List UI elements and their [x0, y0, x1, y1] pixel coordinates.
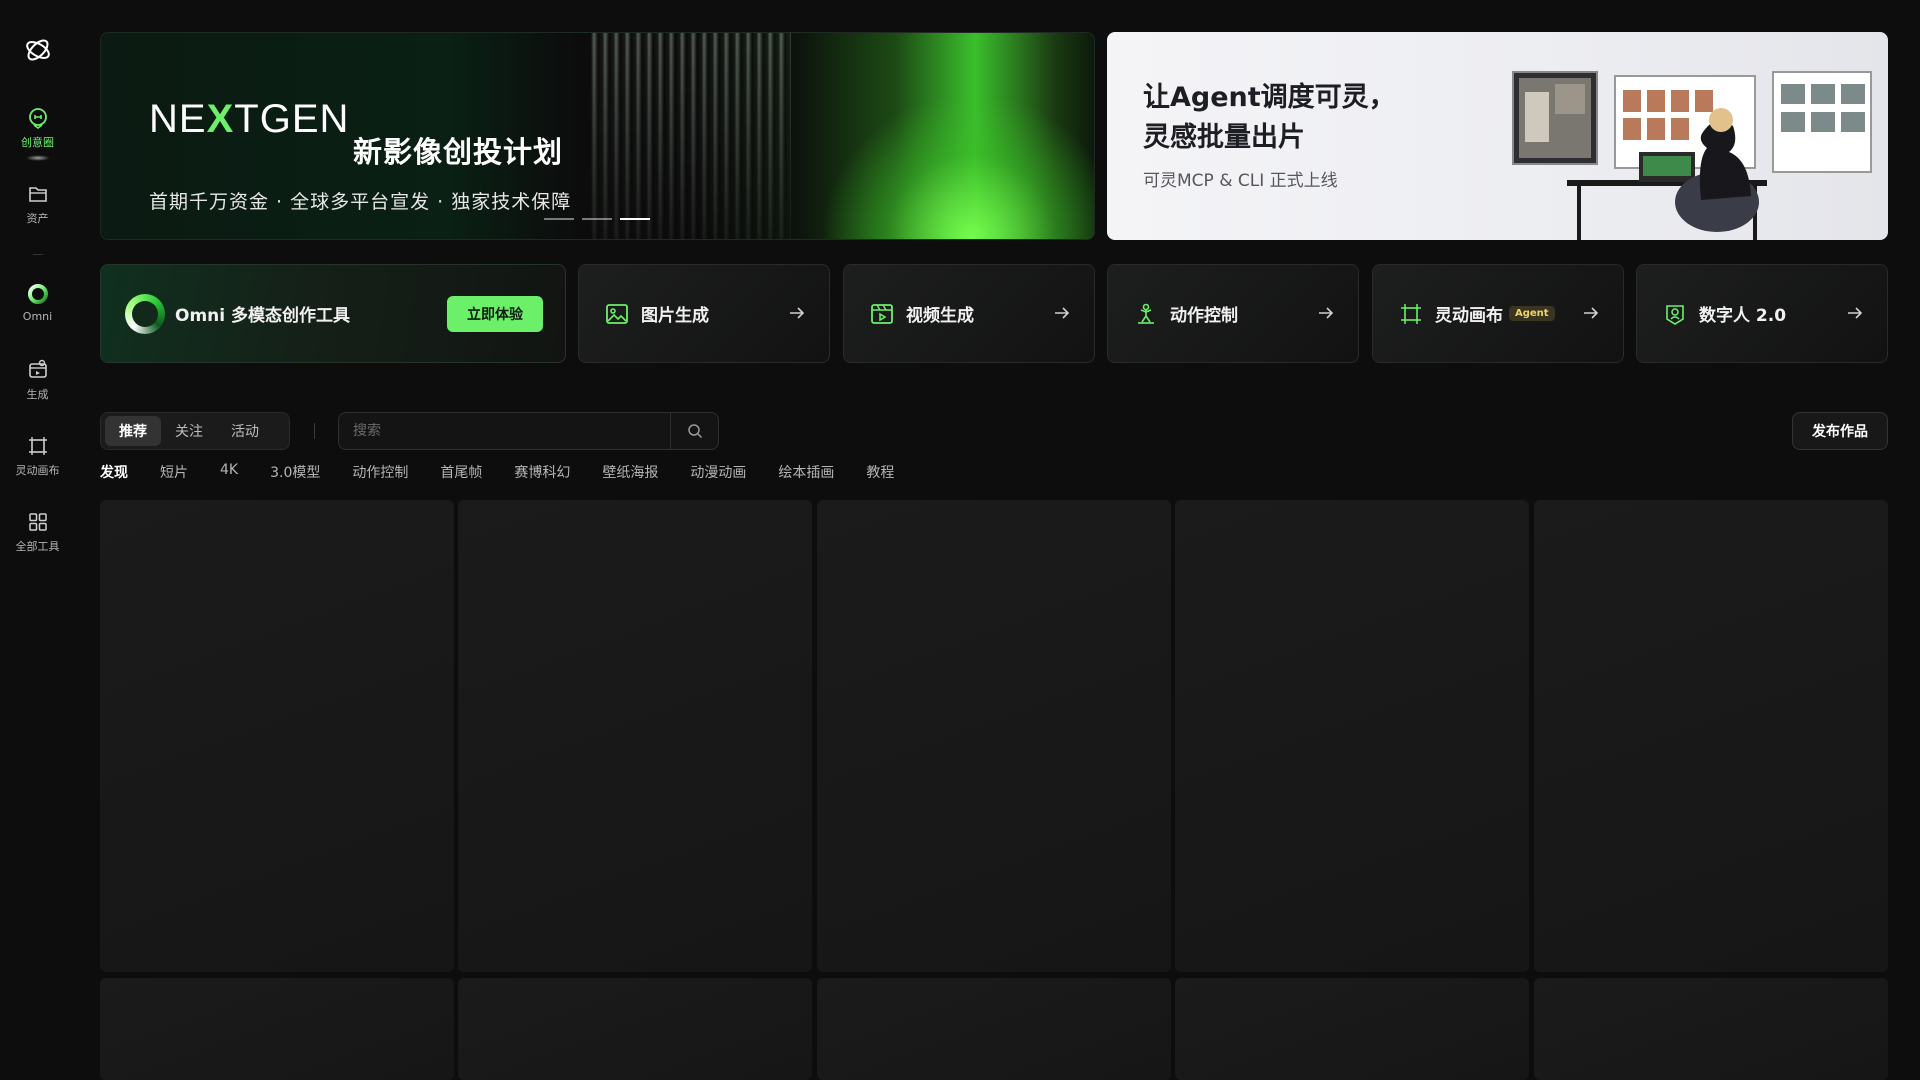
category-item[interactable]: 4K: [220, 462, 238, 482]
generate-icon: [26, 358, 50, 382]
sidebar-item-label: 全部工具: [15, 540, 60, 553]
sidebar-item-assets[interactable]: 资产: [0, 182, 75, 226]
sidebar-item-all-tools[interactable]: 全部工具: [0, 510, 75, 554]
motion-control-label: 动作控制: [1170, 306, 1238, 326]
folder-icon: [26, 182, 50, 206]
carousel-dot[interactable]: [582, 218, 612, 220]
sidebar-item-label: 生成: [26, 388, 49, 401]
feed-card-placeholder[interactable]: [100, 978, 454, 1080]
app-root: 创意圈 资产 Omni 生成 灵动画布 全部工具 NEXTGEN 新影像创投计划…: [0, 0, 1920, 1080]
divider: [33, 254, 43, 255]
video-icon: [868, 300, 896, 328]
try-now-button[interactable]: 立即体验: [447, 296, 543, 332]
banner-light-streaks: [591, 33, 791, 239]
category-filter: 发现 短片 4K 3.0模型 动作控制 首尾帧 赛博科幻 壁纸海报 动漫动画 绘…: [100, 462, 926, 482]
category-item[interactable]: 动漫动画: [690, 462, 746, 482]
motion-control-card[interactable]: 动作控制: [1107, 264, 1359, 363]
feed-card-placeholder[interactable]: [458, 978, 812, 1080]
sidebar-item-label: 资产: [26, 212, 49, 225]
canvas-card[interactable]: 灵动画布 Agent: [1372, 264, 1624, 363]
digital-human-icon: [1661, 300, 1689, 328]
sidebar-item-label: Omni: [22, 310, 53, 323]
agent-banner[interactable]: 让Agent调度可灵， 灵感批量出片 可灵MCP & CLI 正式上线: [1107, 32, 1888, 240]
sidebar-item-label: 创意圈: [21, 136, 54, 149]
image-icon: [603, 300, 631, 328]
arrow-right-icon: [1316, 303, 1336, 323]
carousel-dots: [544, 218, 650, 220]
banner-title-line2: 灵感批量出片: [1143, 122, 1305, 153]
sidebar-item-label: 灵动画布: [15, 464, 60, 477]
sidebar: 创意圈 资产 Omni 生成 灵动画布 全部工具: [0, 0, 75, 1080]
feed-card-placeholder[interactable]: [817, 500, 1171, 972]
tab-events[interactable]: 活动: [217, 416, 273, 446]
omni-ring-icon: [125, 293, 165, 334]
banner-title: 让Agent调度可灵， 灵感批量出片: [1143, 78, 1396, 158]
video-generation-card[interactable]: 视频生成: [843, 264, 1095, 363]
office-scene-illustration: [1512, 71, 1872, 240]
category-item[interactable]: 教程: [866, 462, 894, 482]
category-item[interactable]: 短片: [160, 462, 188, 482]
feed-card-placeholder[interactable]: [1175, 978, 1529, 1080]
arrow-right-icon: [1845, 303, 1865, 323]
feed-card-placeholder[interactable]: [817, 978, 1171, 1080]
nextgen-logo: NEXTGEN: [149, 97, 350, 141]
video-generation-label: 视频生成: [906, 306, 974, 326]
banner-subtitle: 可灵MCP & CLI 正式上线: [1143, 171, 1338, 191]
carousel-dot[interactable]: [544, 218, 574, 220]
nextgen-banner[interactable]: NEXTGEN 新影像创投计划 首期千万资金 · 全球多平台宣发 · 独家技术保…: [100, 32, 1095, 240]
category-item[interactable]: 首尾帧: [440, 462, 482, 482]
category-item[interactable]: 赛博科幻: [514, 462, 570, 482]
search-input[interactable]: [339, 413, 671, 449]
image-generation-card[interactable]: 图片生成: [578, 264, 830, 363]
canvas-icon: [26, 434, 50, 458]
banner-green-glow: [821, 93, 1094, 239]
feed-card-placeholder[interactable]: [1534, 978, 1888, 1080]
omni-icon: [26, 282, 50, 306]
sidebar-item-canvas[interactable]: 灵动画布: [0, 434, 75, 478]
sidebar-item-omni[interactable]: Omni: [0, 282, 75, 323]
feed-tabs: 推荐 关注 活动: [100, 412, 290, 450]
image-generation-label: 图片生成: [641, 306, 709, 326]
feed-card-placeholder[interactable]: [1175, 500, 1529, 972]
agent-badge: Agent: [1509, 306, 1555, 321]
digital-human-card[interactable]: 数字人 2.0: [1636, 264, 1888, 363]
search-button[interactable]: [670, 413, 718, 449]
arrow-right-icon: [1581, 303, 1601, 323]
motion-figure-icon: [1132, 300, 1160, 328]
category-item[interactable]: 壁纸海报: [602, 462, 658, 482]
tab-recommended[interactable]: 推荐: [105, 416, 161, 446]
publish-button[interactable]: 发布作品: [1792, 412, 1888, 450]
logo-icon[interactable]: [22, 34, 54, 66]
banner-title-line1: 让Agent调度可灵，: [1143, 82, 1396, 113]
category-item[interactable]: 3.0模型: [270, 462, 320, 482]
arrow-right-icon: [1052, 303, 1072, 323]
divider: [314, 423, 315, 439]
grid-icon: [26, 510, 50, 534]
feed-card-placeholder[interactable]: [1534, 500, 1888, 972]
canvas-label: 灵动画布: [1435, 306, 1503, 326]
carousel-dot-active[interactable]: [620, 218, 650, 220]
sidebar-item-creative[interactable]: 创意圈: [0, 106, 75, 150]
tab-following[interactable]: 关注: [161, 416, 217, 446]
search-icon: [687, 424, 702, 439]
omni-tool-label: Omni 多模态创作工具: [175, 306, 351, 326]
feed-card-placeholder[interactable]: [100, 500, 454, 972]
omni-tool-card[interactable]: Omni 多模态创作工具 立即体验: [100, 264, 566, 363]
category-item[interactable]: 动作控制: [352, 462, 408, 482]
banner-subtitle: 首期千万资金 · 全球多平台宣发 · 独家技术保障: [149, 191, 572, 213]
digital-human-label: 数字人 2.0: [1699, 306, 1787, 326]
category-discover[interactable]: 发现: [100, 462, 128, 482]
search-box: [338, 412, 719, 450]
banner-title: 新影像创投计划: [353, 135, 564, 169]
sidebar-item-generate[interactable]: 生成: [0, 358, 75, 402]
category-item[interactable]: 绘本插画: [778, 462, 834, 482]
arrow-right-icon: [787, 303, 807, 323]
active-indicator: [26, 155, 50, 161]
canvas-frame-icon: [1397, 300, 1425, 328]
feed-card-placeholder[interactable]: [458, 500, 812, 972]
creative-circle-icon: [26, 106, 50, 130]
